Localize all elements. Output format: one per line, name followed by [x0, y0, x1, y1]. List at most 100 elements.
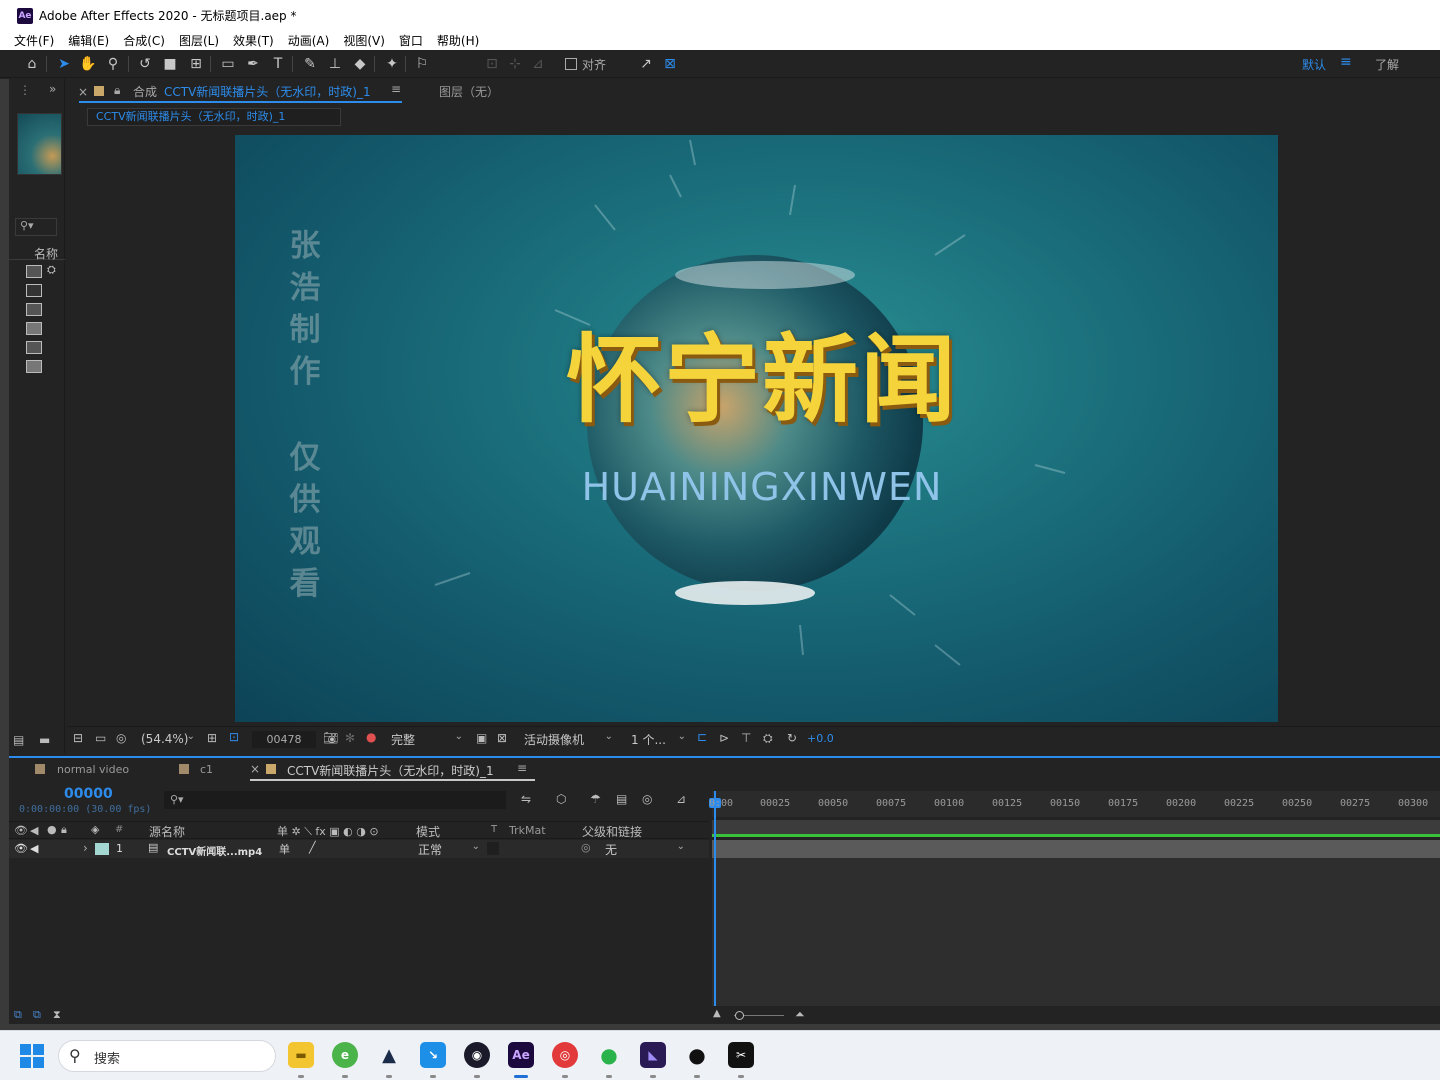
shy-layers-icon[interactable]: ☂	[590, 792, 601, 806]
timeline-search-input[interactable]: ⚲▾	[164, 791, 506, 809]
rotate-tool-icon[interactable]: ↺	[135, 54, 155, 74]
menu-window[interactable]: 窗口	[399, 32, 423, 49]
browser-icon[interactable]: e	[332, 1042, 358, 1068]
viewer-timecode[interactable]: 00478	[252, 731, 316, 748]
visibility-icon[interactable]: 👁︎	[14, 824, 28, 837]
flowchart-icon[interactable]: ⛭	[763, 731, 773, 746]
channels-icon[interactable]: ●	[366, 730, 376, 744]
draft-3d-icon[interactable]: ⬡	[556, 792, 566, 806]
composition-icon[interactable]	[26, 341, 42, 354]
composition-icon[interactable]	[26, 284, 42, 297]
timeline-icon[interactable]: ⊤	[741, 731, 751, 745]
mask-visibility-icon[interactable]: ◎	[116, 731, 126, 745]
capcut-icon[interactable]: ✂	[728, 1042, 754, 1068]
qq-icon[interactable]: ●	[684, 1042, 710, 1068]
interpret-footage-icon[interactable]: ▤	[13, 733, 24, 747]
expand-chevron-icon[interactable]: ›	[83, 841, 88, 855]
menu-layer[interactable]: 图层(L)	[179, 32, 219, 49]
composition-icon[interactable]	[26, 265, 42, 278]
playhead[interactable]	[714, 791, 716, 1006]
viewer-comp-tab[interactable]: CCTV新闻联播片头（无水印，时政)_1	[164, 83, 371, 100]
snap-checkbox[interactable]	[565, 58, 577, 70]
toggle-transparency-icon[interactable]: ▣	[476, 731, 487, 745]
comp-breadcrumb[interactable]: CCTV新闻联播片头（无水印，时政)_1	[87, 108, 341, 126]
region-of-interest-icon[interactable]: ⊡	[229, 730, 239, 744]
taskbar-search-box[interactable]: ⚲ 搜索	[58, 1040, 276, 1072]
cat-app-icon[interactable]: ▲	[376, 1042, 402, 1068]
col-parent[interactable]: 父级和链接	[582, 823, 642, 840]
hand-tool-icon[interactable]: ✋	[78, 54, 98, 74]
roto-brush-tool-icon[interactable]: ✦	[382, 54, 402, 74]
panel-grip-icon[interactable]: ⋮	[19, 83, 31, 97]
axis-view-icon[interactable]: ⊿	[528, 54, 548, 74]
col-mode[interactable]: 模式	[416, 823, 440, 840]
composition-canvas[interactable]: 张浩制作 仅供观看 怀宁新闻 HUAININGXINWEN	[235, 135, 1278, 722]
rectangle-tool-icon[interactable]: ▭	[218, 54, 238, 74]
menu-animation[interactable]: 动画(A)	[288, 32, 330, 49]
trkmat-box[interactable]	[487, 842, 499, 855]
workspace-menu-icon[interactable]: ≡	[1340, 54, 1352, 70]
close-tab-icon[interactable]: ×	[250, 762, 260, 776]
views-dropdown[interactable]: 1 个...	[631, 731, 666, 748]
puppet-pin-tool-icon[interactable]: ⚐	[412, 54, 432, 74]
solo-icon[interactable]: ●	[47, 823, 57, 836]
grid-icon[interactable]: ⊠	[497, 731, 507, 745]
monitor-icon[interactable]: ▭	[95, 731, 106, 745]
home-icon[interactable]: ⌂	[22, 54, 42, 74]
menu-effect[interactable]: 效果(T)	[233, 32, 274, 49]
exposure-value[interactable]: +0.0	[807, 732, 834, 745]
camera-tool-icon[interactable]: ■	[160, 54, 180, 74]
snapshot-icon[interactable]: 📷︎	[323, 731, 338, 745]
pen-tool-icon[interactable]: ✒	[243, 54, 263, 74]
project-name-header[interactable]: 名称	[34, 245, 58, 262]
workspace-learn[interactable]: 了解	[1375, 56, 1399, 73]
zoom-dropdown[interactable]: (54.4%)	[141, 732, 188, 746]
blue-app-icon[interactable]: ↘	[420, 1042, 446, 1068]
timeline-tab-normal-video[interactable]: normal video	[57, 763, 129, 776]
parent-dropdown[interactable]: 无	[605, 841, 617, 858]
layer-name[interactable]: CCTV新闻联...mp4	[167, 843, 262, 858]
menu-edit[interactable]: 编辑(E)	[68, 32, 109, 49]
toggle-pixel-icon[interactable]: ⊏	[697, 730, 707, 744]
close-tab-icon[interactable]: ×	[78, 85, 88, 99]
clone-stamp-tool-icon[interactable]: ⊥	[325, 54, 345, 74]
project-search-icon[interactable]: ⚲▾	[15, 218, 57, 236]
label-icon[interactable]: ◈	[91, 823, 99, 836]
col-source-name[interactable]: 源名称	[149, 823, 185, 840]
axis-world-icon[interactable]: ⊹	[505, 54, 525, 74]
layer-label-color[interactable]	[95, 843, 109, 855]
eraser-tool-icon[interactable]: ◆	[350, 54, 370, 74]
snap-features-icon[interactable]: ⊠	[660, 54, 680, 74]
workspace-default[interactable]: 默认	[1302, 56, 1326, 73]
layer-duration-bar[interactable]	[712, 840, 1440, 858]
new-folder-icon[interactable]: ▬	[39, 733, 50, 747]
after-effects-icon[interactable]: Ae	[508, 1042, 534, 1068]
flowchart-icon[interactable]: ⛭	[47, 263, 56, 277]
show-snapshot-icon[interactable]: ✻	[345, 731, 355, 745]
layer-row[interactable]: 👁︎ ◀ › 1 ▤ CCTV新闻联...mp4 单 ╱ 正常 ⌄ ◎ 无 ⌄	[9, 840, 709, 858]
audio-icon[interactable]: ◀	[30, 824, 38, 837]
lock-icon[interactable]: 🔒︎	[61, 823, 67, 837]
work-area-bar[interactable]	[712, 820, 1440, 834]
resolution-icon[interactable]: ⊞	[207, 731, 217, 745]
camera-dropdown[interactable]: 活动摄像机	[524, 731, 584, 748]
quality-dropdown[interactable]: 完整	[391, 731, 415, 748]
zoom-slider-thumb[interactable]	[735, 1011, 744, 1020]
footage-icon[interactable]	[26, 322, 42, 335]
menu-file[interactable]: 文件(F)	[14, 32, 54, 49]
zoom-tool-icon[interactable]: ⚲	[103, 54, 123, 74]
motion-blur-icon[interactable]: ◎	[642, 792, 652, 806]
cinema4d-icon[interactable]: ◉	[464, 1042, 490, 1068]
reset-exposure-icon[interactable]: ↻	[787, 731, 797, 745]
layer-switches-icon[interactable]: ⧉	[14, 1008, 22, 1022]
render-time-icon[interactable]: ⧗	[53, 1008, 61, 1022]
fast-preview-icon[interactable]: ⊳	[719, 731, 729, 745]
layer-mode-dropdown[interactable]: 正常	[418, 841, 442, 858]
tab-menu-icon[interactable]: ≡	[517, 761, 527, 775]
zoom-out-icon[interactable]: ▲	[713, 1008, 721, 1019]
video-editor-icon[interactable]: ◣	[640, 1042, 666, 1068]
frame-blending-icon[interactable]: ▤	[616, 792, 627, 806]
comp-mini-flowchart-icon[interactable]: ⇋	[521, 792, 531, 806]
panel-expand-icon[interactable]: »	[49, 82, 56, 96]
menu-composition[interactable]: 合成(C)	[123, 32, 165, 49]
